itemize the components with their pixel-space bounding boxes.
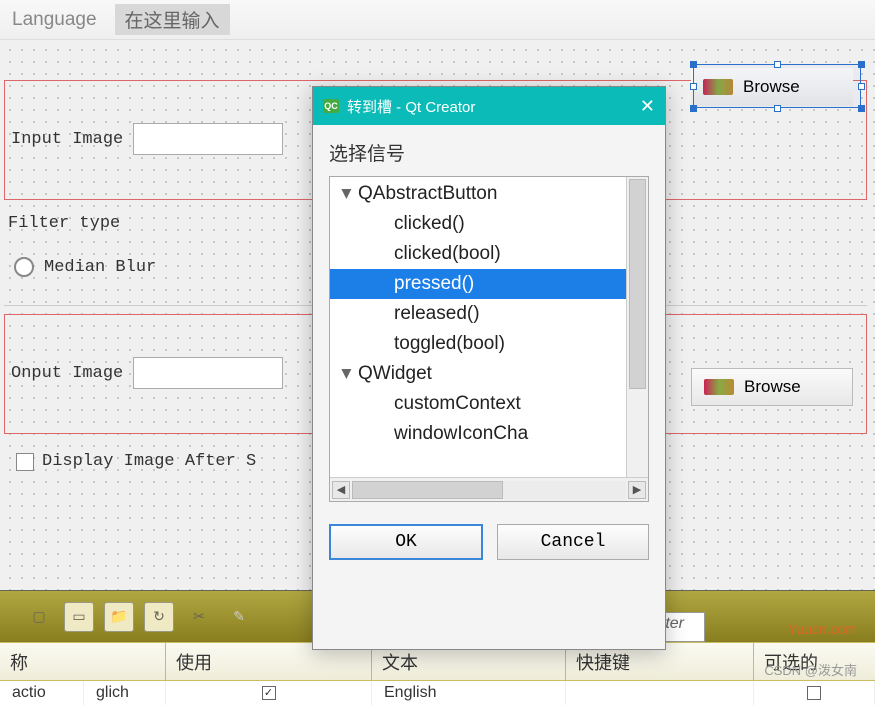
- optional-checkbox[interactable]: [807, 686, 821, 700]
- resize-handle-nw[interactable]: [690, 61, 697, 68]
- tree-item-toggled[interactable]: toggled(bool): [330, 329, 648, 359]
- horizontal-scrollbar[interactable]: ◀ ▶: [330, 477, 648, 501]
- tool-icon-1[interactable]: ▢: [24, 602, 54, 632]
- tree-item-customcontext[interactable]: customContext: [330, 389, 648, 419]
- tree-item-clicked-bool[interactable]: clicked(bool): [330, 239, 648, 269]
- refresh-icon[interactable]: ↻: [144, 602, 174, 632]
- col-name[interactable]: 称: [0, 643, 166, 680]
- resize-handle-n[interactable]: [774, 61, 781, 68]
- input-image-label: Input Image: [11, 130, 123, 149]
- cell-name-1: actio: [0, 681, 84, 705]
- resize-handle-s[interactable]: [774, 105, 781, 112]
- close-icon[interactable]: ✕: [640, 96, 655, 117]
- output-image-label: Onput Image: [11, 364, 123, 383]
- dialog-title-text: 转到槽 - Qt Creator: [347, 96, 475, 117]
- resize-handle-e[interactable]: [858, 83, 865, 90]
- scrollbar-thumb[interactable]: [629, 179, 646, 389]
- open-file-icon[interactable]: 📁: [104, 602, 134, 632]
- caret-down-icon: ▶: [332, 189, 362, 199]
- settings-icon[interactable]: ✎: [224, 602, 254, 632]
- caret-down-icon: ▶: [332, 369, 362, 379]
- cell-name-2: glich: [84, 681, 166, 705]
- tree-item-clicked[interactable]: clicked(): [330, 209, 648, 239]
- display-after-checkbox[interactable]: [16, 453, 34, 471]
- cell-text: English: [372, 681, 566, 705]
- output-image-field[interactable]: [133, 357, 283, 389]
- tree-parent-qabstractbutton[interactable]: ▶QAbstractButton: [330, 179, 648, 209]
- new-file-icon[interactable]: ▭: [64, 602, 94, 632]
- image-icon: [704, 379, 734, 395]
- signal-tree: ▶QAbstractButton clicked() clicked(bool)…: [329, 176, 649, 502]
- dialog-titlebar[interactable]: QC 转到槽 - Qt Creator ✕: [313, 87, 665, 125]
- scrollbar-thumb[interactable]: [352, 481, 503, 499]
- cut-icon[interactable]: ✂: [184, 602, 214, 632]
- display-after-label: Display Image After S: [42, 452, 256, 471]
- widget-selection-outline: [693, 64, 861, 108]
- qt-creator-icon: QC: [323, 99, 339, 113]
- median-blur-radio[interactable]: [14, 257, 34, 277]
- menu-placeholder-input[interactable]: 在这里输入: [115, 4, 230, 35]
- scroll-right-icon[interactable]: ▶: [628, 481, 646, 499]
- output-browse-button[interactable]: Browse: [691, 368, 853, 406]
- resize-handle-w[interactable]: [690, 83, 697, 90]
- median-blur-label: Median Blur: [44, 258, 156, 277]
- resize-handle-se[interactable]: [858, 105, 865, 112]
- ok-button[interactable]: OK: [329, 524, 483, 560]
- tree-item-windowiconchanged[interactable]: windowIconCha: [330, 419, 648, 449]
- tree-parent-qwidget[interactable]: ▶QWidget: [330, 359, 648, 389]
- menubar: Language 在这里输入: [0, 0, 875, 40]
- cancel-button[interactable]: Cancel: [497, 524, 649, 560]
- scroll-left-icon[interactable]: ◀: [332, 481, 350, 499]
- go-to-slot-dialog: QC 转到槽 - Qt Creator ✕ 选择信号 ▶QAbstractBut…: [312, 86, 666, 650]
- menu-language[interactable]: Language: [12, 9, 97, 31]
- select-signal-label: 选择信号: [313, 125, 665, 176]
- resize-handle-ne[interactable]: [858, 61, 865, 68]
- actions-table-row[interactable]: actio glich English: [0, 681, 875, 705]
- vertical-scrollbar[interactable]: [626, 177, 648, 477]
- dialog-button-row: OK Cancel: [313, 516, 665, 574]
- watermark-csdn: CSDN @泼女南: [764, 660, 857, 679]
- use-checkbox[interactable]: [262, 686, 276, 700]
- watermark-yuucn: Yuucn.com: [788, 621, 857, 637]
- tree-item-released[interactable]: released(): [330, 299, 648, 329]
- input-image-field[interactable]: [133, 123, 283, 155]
- resize-handle-sw[interactable]: [690, 105, 697, 112]
- tree-item-pressed[interactable]: pressed(): [330, 269, 648, 299]
- browse-label: Browse: [744, 377, 801, 397]
